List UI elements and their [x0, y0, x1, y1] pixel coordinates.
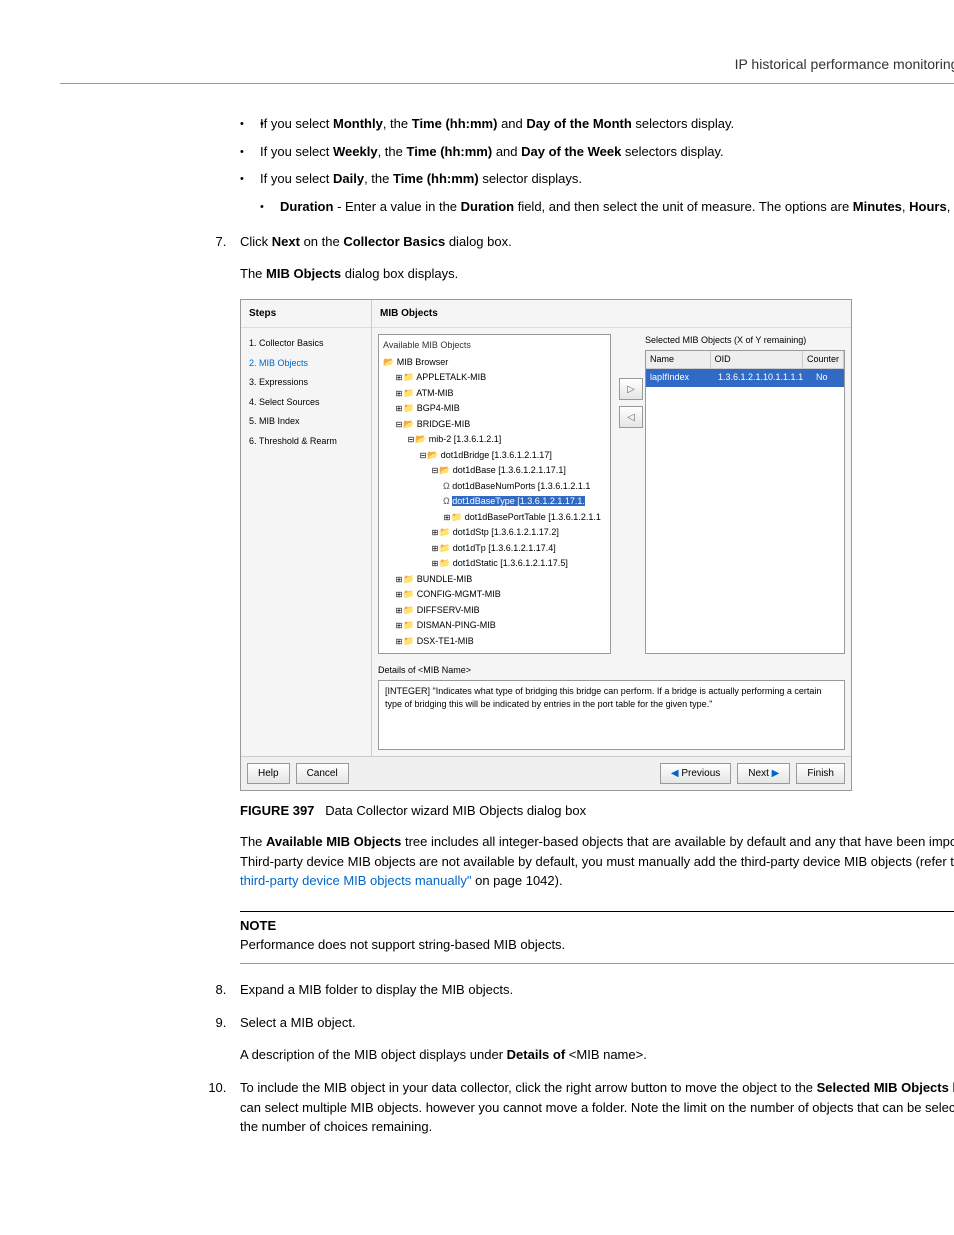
help-button[interactable]: Help	[247, 763, 290, 784]
move-left-button[interactable]: ◁	[619, 406, 643, 428]
note-text: Performance does not support string-base…	[240, 935, 954, 964]
mib-objects-header: MIB Objects	[372, 300, 851, 328]
folder-open-icon: 📂	[427, 450, 438, 460]
folder-icon: 📁	[403, 605, 414, 615]
wizard-step-2[interactable]: 2. MIB Objects	[249, 354, 363, 374]
wizard-step-4[interactable]: 4. Select Sources	[249, 393, 363, 413]
step-10: To include the MIB object in your data c…	[230, 1078, 954, 1137]
expand-icon[interactable]: ⊞	[431, 558, 439, 570]
header-title: IP historical performance monitoring	[735, 56, 954, 72]
folder-icon: 📁	[403, 636, 414, 646]
step-9: Select a MIB object. A description of th…	[230, 1013, 954, 1064]
expand-icon[interactable]: ⊞	[395, 372, 403, 384]
previous-button[interactable]: ◀ Previous	[660, 763, 731, 784]
details-panel: [INTEGER] "Indicates what type of bridgi…	[378, 680, 845, 750]
folder-icon: 📁	[451, 512, 462, 522]
wizard-step-5[interactable]: 5. MIB Index	[249, 412, 363, 432]
col-oid: OID	[711, 351, 803, 370]
col-counter: Counter	[803, 351, 844, 370]
expand-icon[interactable]: ⊞	[431, 527, 439, 539]
expand-icon[interactable]: ⊞	[395, 388, 403, 400]
expand-icon[interactable]: ⊞	[395, 589, 403, 601]
collapse-icon[interactable]: ⊟	[419, 450, 427, 462]
leaf-icon: Ω	[443, 481, 450, 491]
expand-icon[interactable]: ⊞	[431, 543, 439, 555]
bullet-weekly: If you select Weekly, the Time (hh:mm) a…	[240, 142, 954, 162]
expand-icon[interactable]: ⊞	[395, 574, 403, 586]
collapse-icon[interactable]: ⊟	[395, 419, 403, 431]
expand-icon[interactable]: ⊞	[443, 512, 451, 524]
leaf-icon: Ω	[443, 496, 450, 506]
folder-icon: 📁	[403, 574, 414, 584]
wizard-step-1[interactable]: 1. Collector Basics	[249, 334, 363, 354]
folder-icon: 📁	[403, 620, 414, 630]
folder-open-icon: 📂	[403, 419, 414, 429]
expand-icon[interactable]: ⊞	[395, 403, 403, 415]
wizard-step-3[interactable]: 3. Expressions	[249, 373, 363, 393]
bullet-duration: Duration - Enter a value in the Duration…	[240, 197, 954, 217]
dialog-screenshot: Steps 1. Collector Basics 2. MIB Objects…	[240, 299, 852, 791]
expand-icon[interactable]: ⊞	[395, 605, 403, 617]
folder-open-icon: 📂	[415, 434, 426, 444]
details-title: Details of <MIB Name>	[378, 664, 845, 678]
folder-icon: 📁	[403, 388, 414, 398]
cancel-button[interactable]: Cancel	[296, 763, 349, 784]
step-8: Expand a MIB folder to display the MIB o…	[230, 980, 954, 1000]
step-7: Click Next on the Collector Basics dialo…	[230, 232, 954, 964]
folder-icon: 📁	[403, 372, 414, 382]
folder-icon: 📁	[403, 403, 414, 413]
selected-mib-table[interactable]: Name OID Counter lapIfIndex 1.3.6.1.2.1.…	[645, 350, 845, 655]
collapse-icon[interactable]: ⊟	[407, 434, 415, 446]
steps-header: Steps	[241, 300, 371, 328]
expand-icon[interactable]: ⊞	[395, 636, 403, 648]
wizard-step-6[interactable]: 6. Threshold & Rearm	[249, 432, 363, 452]
paragraph-available-mib: The Available MIB Objects tree includes …	[240, 832, 954, 891]
bullet-monthly: If you select Monthly, the Time (hh:mm) …	[240, 114, 954, 134]
folder-icon: 📁	[439, 558, 450, 568]
next-button[interactable]: Next ▶	[737, 763, 790, 784]
note-heading: NOTE	[240, 916, 954, 936]
available-mib-tree[interactable]: Available MIB Objects 📂 MIB Browser ⊞📁 A…	[378, 334, 611, 654]
figure-caption: FIGURE 397 Data Collector wizard MIB Obj…	[240, 801, 954, 821]
move-right-button[interactable]: ▷	[619, 378, 643, 400]
folder-icon: 📁	[439, 543, 450, 553]
col-name: Name	[646, 351, 711, 370]
expand-icon[interactable]: ⊞	[395, 620, 403, 632]
folder-icon: 📁	[403, 589, 414, 599]
folder-open-icon: 📂	[439, 465, 450, 475]
bullet-daily: If you select Daily, the Time (hh:mm) se…	[240, 169, 954, 189]
folder-icon: 📁	[439, 527, 450, 537]
folder-open-icon: 📂	[383, 357, 394, 367]
collapse-icon[interactable]: ⊟	[431, 465, 439, 477]
selected-mib-title: Selected MIB Objects (X of Y remaining)	[645, 334, 845, 348]
finish-button[interactable]: Finish	[796, 763, 845, 784]
page-header: IP historical performance monitoring 35	[60, 40, 954, 84]
table-row[interactable]: lapIfIndex 1.3.6.1.2.1.10.1.1.1.1 No	[646, 369, 844, 387]
